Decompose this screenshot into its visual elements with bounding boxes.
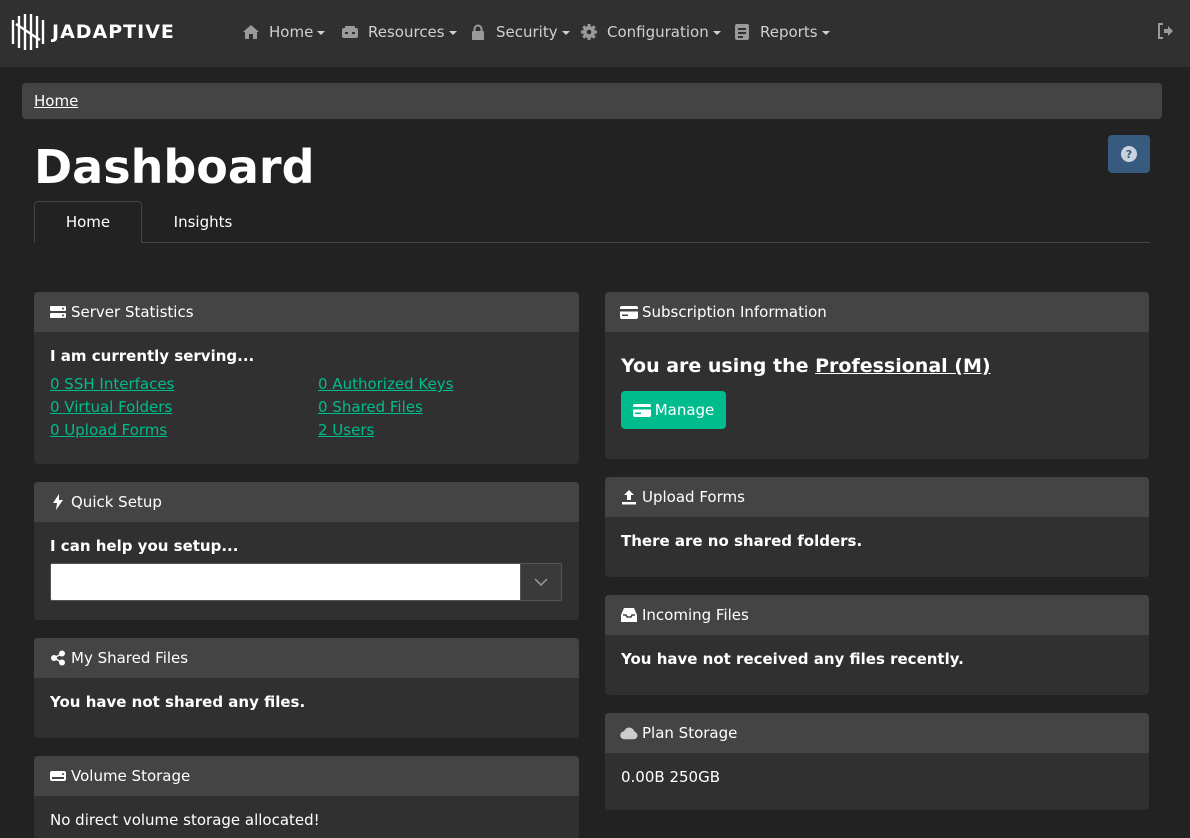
- chevron-down-icon: [317, 31, 326, 35]
- card-header: Volume Storage: [34, 756, 579, 796]
- authorized-keys-link[interactable]: 0 Authorized Keys: [318, 375, 558, 393]
- card-title: My Shared Files: [71, 649, 189, 667]
- card-header: Incoming Files: [605, 595, 1149, 635]
- jadaptive-logo-icon: [11, 14, 45, 50]
- upload-forms-link[interactable]: 0 Upload Forms: [50, 421, 318, 439]
- nav-configuration-label: Configuration: [607, 23, 709, 41]
- share-icon: [49, 650, 67, 666]
- manage-button[interactable]: Manage: [621, 391, 726, 429]
- manage-button-label: Manage: [654, 401, 715, 419]
- chevron-down-icon: [448, 31, 457, 35]
- nav-home-label: Home: [269, 23, 314, 41]
- card-header: Quick Setup: [34, 482, 579, 522]
- quick-setup-card: Quick Setup I can help you setup...: [34, 482, 579, 620]
- reports-icon: [732, 22, 752, 42]
- volume-storage-card: Volume Storage No direct volume storage …: [34, 756, 579, 838]
- page-title: Dashboard: [34, 140, 315, 194]
- card-body: No direct volume storage allocated!: [34, 796, 579, 838]
- server-icon: [49, 304, 67, 320]
- tab-home[interactable]: Home: [34, 201, 142, 243]
- shared-files-link[interactable]: 0 Shared Files: [318, 398, 558, 416]
- card-body: You have not shared any files.: [34, 678, 579, 726]
- nav-resources[interactable]: Resources: [340, 20, 457, 44]
- card-title: Volume Storage: [71, 767, 191, 785]
- upload-forms-card: Upload Forms There are no shared folders…: [605, 477, 1149, 577]
- help-button[interactable]: ?: [1108, 135, 1150, 173]
- nav-reports-label: Reports: [760, 23, 818, 41]
- statistics-links: 0 SSH Interfaces 0 Authorized Keys 0 Vir…: [50, 375, 563, 439]
- setup-intro: I can help you setup...: [50, 537, 239, 555]
- subscription-line: You are using the Professional (M): [621, 355, 1133, 377]
- card-body: 0.00B 250GB: [605, 753, 1149, 801]
- card-body: There are no shared folders.: [605, 517, 1149, 565]
- card-body: You are using the Professional (M) Manag…: [605, 332, 1149, 444]
- chevron-down-icon: [561, 31, 570, 35]
- subscription-prefix: You are using the: [621, 355, 816, 377]
- hard-drive-icon: [49, 768, 67, 784]
- plan-storage-value: 0.00B 250GB: [621, 768, 721, 786]
- logout-icon[interactable]: [1156, 22, 1174, 40]
- brand-name: JADAPTIVE: [52, 21, 175, 43]
- credit-card-icon: [620, 304, 638, 320]
- nav-resources-label: Resources: [368, 23, 445, 41]
- nav-home[interactable]: Home: [241, 20, 326, 44]
- card-body: I am currently serving... 0 SSH Interfac…: [34, 332, 579, 454]
- volume-storage-message: No direct volume storage allocated!: [50, 811, 320, 829]
- card-header: Plan Storage: [605, 713, 1149, 753]
- my-shared-files-card: My Shared Files You have not shared any …: [34, 638, 579, 738]
- subscription-card: Subscription Information You are using t…: [605, 292, 1149, 459]
- card-header: My Shared Files: [34, 638, 579, 678]
- subscription-plan-link[interactable]: Professional (M): [815, 355, 990, 377]
- question-icon: ?: [1121, 146, 1137, 162]
- tab-insights[interactable]: Insights: [142, 201, 264, 243]
- virtual-folders-link[interactable]: 0 Virtual Folders: [50, 398, 318, 416]
- card-header: Upload Forms: [605, 477, 1149, 517]
- nav-security[interactable]: Security: [468, 20, 570, 44]
- card-body: I can help you setup...: [34, 522, 579, 616]
- users-link[interactable]: 2 Users: [318, 421, 558, 439]
- shared-files-message: You have not shared any files.: [50, 693, 306, 711]
- card-title: Plan Storage: [642, 724, 738, 742]
- chevron-down-icon[interactable]: [520, 564, 561, 600]
- nav-reports[interactable]: Reports: [732, 20, 830, 44]
- bolt-icon: [49, 494, 67, 510]
- chevron-down-icon: [821, 31, 830, 35]
- cloud-icon: [620, 725, 638, 741]
- gear-icon: [579, 22, 599, 42]
- serving-intro: I am currently serving...: [50, 347, 255, 365]
- inbox-icon: [620, 607, 638, 623]
- card-body: You have not received any files recently…: [605, 635, 1149, 683]
- home-icon: [241, 22, 261, 42]
- upload-icon: [620, 489, 638, 505]
- incoming-files-card: Incoming Files You have not received any…: [605, 595, 1149, 695]
- nav-security-label: Security: [496, 23, 558, 41]
- breadcrumb: Home: [22, 83, 1162, 119]
- card-title: Server Statistics: [71, 303, 194, 321]
- card-title: Upload Forms: [642, 488, 745, 506]
- server-icon: [340, 22, 360, 42]
- nav-configuration[interactable]: Configuration: [579, 20, 721, 44]
- upload-forms-message: There are no shared folders.: [621, 532, 863, 550]
- ssh-interfaces-link[interactable]: 0 SSH Interfaces: [50, 375, 318, 393]
- chevron-down-icon: [712, 31, 721, 35]
- quick-setup-select[interactable]: [50, 563, 562, 601]
- card-title: Incoming Files: [642, 606, 749, 624]
- quick-setup-select-value[interactable]: [51, 564, 520, 600]
- credit-card-icon: [632, 403, 651, 417]
- card-title: Quick Setup: [71, 493, 162, 511]
- plan-storage-card: Plan Storage 0.00B 250GB: [605, 713, 1149, 810]
- brand-logo[interactable]: JADAPTIVE: [10, 12, 175, 52]
- card-header: Subscription Information: [605, 292, 1149, 332]
- breadcrumb-home-link[interactable]: Home: [34, 92, 78, 110]
- incoming-files-message: You have not received any files recently…: [621, 650, 964, 668]
- lock-icon: [468, 22, 488, 42]
- card-header: Server Statistics: [34, 292, 579, 332]
- top-navbar: JADAPTIVE Home Resources Security Config…: [0, 0, 1190, 67]
- card-title: Subscription Information: [642, 303, 827, 321]
- server-statistics-card: Server Statistics I am currently serving…: [34, 292, 579, 464]
